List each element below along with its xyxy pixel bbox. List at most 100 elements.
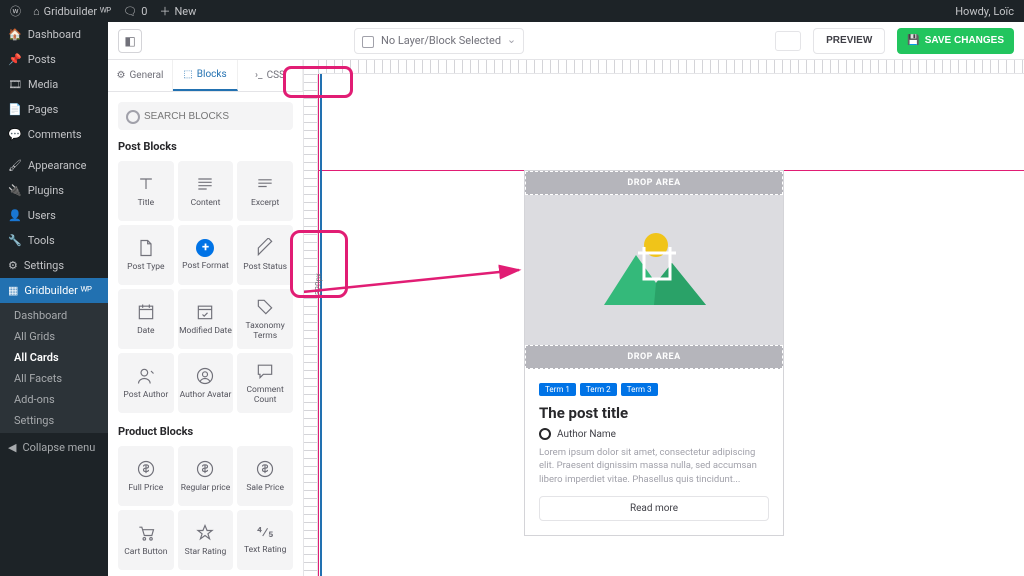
block-icon — [255, 238, 275, 258]
plus-icon: + — [196, 239, 214, 257]
author-avatar-icon — [539, 428, 551, 440]
placeholder-mountains-icon — [594, 225, 714, 315]
term-tag[interactable]: Term 1 — [539, 383, 576, 396]
post-author-row: Author Name — [539, 428, 769, 440]
block-label: Excerpt — [251, 199, 279, 208]
menu-pages[interactable]: 📄 Pages — [0, 97, 108, 122]
canvas[interactable]: 320px DROP AREA DROP AREA Term 1 Term 2 Te… — [304, 60, 1024, 576]
menu-posts[interactable]: 📌 Posts — [0, 47, 108, 72]
block-full-price[interactable]: Full Price — [118, 446, 174, 506]
block-label: Title — [138, 199, 155, 208]
block-icon — [195, 523, 215, 543]
block-label: Full Price — [128, 484, 163, 493]
block-label: Sale Price — [246, 484, 284, 493]
term-tag[interactable]: Term 3 — [621, 383, 658, 396]
block-modified-date[interactable]: Modified Date — [178, 289, 234, 349]
menu-plugins[interactable]: 🔌 Plugins — [0, 178, 108, 203]
block-excerpt[interactable]: Excerpt — [237, 161, 293, 221]
site-link[interactable]: ⌂ Gridbuilder ᵂᴾ — [33, 5, 111, 18]
collapse-menu[interactable]: ◀ Collapse menu — [0, 433, 108, 462]
toggle-panel-icon[interactable]: ◧ — [118, 29, 142, 53]
block-label: Comment Count — [237, 386, 293, 405]
post-title: The post title — [539, 404, 769, 422]
submenu-all-facets[interactable]: All Facets — [0, 368, 108, 389]
block-comment-count[interactable]: Comment Count — [237, 353, 293, 413]
block-icon — [255, 361, 275, 381]
block-label: Regular price — [181, 484, 231, 493]
block-author-avatar[interactable]: Author Avatar — [178, 353, 234, 413]
block-icon — [255, 459, 275, 479]
wp-admin-menu: 🏠 Dashboard 📌 Posts 🎞 Media 📄 Pages 💬 Co… — [0, 22, 108, 576]
submenu-settings[interactable]: Settings — [0, 410, 108, 431]
menu-settings[interactable]: ⚙ Settings — [0, 253, 108, 278]
block-cart-button[interactable]: Cart Button — [118, 510, 174, 570]
block-title[interactable]: Title — [118, 161, 174, 221]
background-swatch[interactable] — [775, 31, 801, 51]
block-icon — [195, 459, 215, 479]
layer-selector[interactable]: No Layer/Block Selected — [354, 28, 524, 54]
panel-tabs: ⚙General ⬚Blocks ›_CSS — [108, 60, 303, 92]
submenu-all-grids[interactable]: All Grids — [0, 326, 108, 347]
block-label: Author Avatar — [180, 391, 232, 400]
block-label: Post Status — [243, 263, 287, 272]
menu-comments[interactable]: 💬 Comments — [0, 122, 108, 147]
tab-blocks[interactable]: ⬚Blocks — [173, 60, 238, 91]
menu-users[interactable]: 👤 Users — [0, 203, 108, 228]
save-icon: 💾 — [907, 35, 919, 46]
menu-appearance[interactable]: 🖌 Appearance — [0, 153, 108, 178]
block-post-author[interactable]: Post Author — [118, 353, 174, 413]
comments-link[interactable]: 🗨 0 — [123, 5, 147, 18]
block-post-type[interactable]: Post Type — [118, 225, 174, 285]
section-product-blocks: Product Blocks — [118, 425, 293, 438]
app-topbar: ◧ No Layer/Block Selected PREVIEW 💾SAVE … — [108, 22, 1024, 60]
block-icon — [136, 459, 156, 479]
block-label: Cart Button — [124, 548, 167, 557]
read-more-button[interactable]: Read more — [539, 496, 769, 521]
block-taxonomy-terms[interactable]: Taxonomy Terms — [237, 289, 293, 349]
search-blocks-input[interactable] — [118, 102, 293, 130]
preview-button[interactable]: PREVIEW — [813, 28, 885, 54]
drop-area-mid[interactable]: DROP AREA — [525, 345, 783, 369]
block-icon — [195, 174, 215, 194]
block-text-rating[interactable]: 4⁄5Text Rating — [237, 510, 293, 570]
featured-image-placeholder[interactable] — [525, 195, 783, 345]
drop-area-top[interactable]: DROP AREA — [525, 171, 783, 195]
ruler-horizontal — [318, 60, 1024, 74]
submenu-addons[interactable]: Add-ons — [0, 389, 108, 410]
new-link[interactable]: ＋ New — [159, 3, 196, 19]
block-regular-price[interactable]: Regular price — [178, 446, 234, 506]
post-excerpt: Lorem ipsum dolor sit amet, consectetur … — [539, 446, 769, 486]
ruler-label: 320px — [314, 273, 323, 295]
guide-blue — [320, 74, 322, 576]
block-sale-price[interactable]: Sale Price — [237, 446, 293, 506]
menu-media[interactable]: 🎞 Media — [0, 72, 108, 97]
wp-logo-icon[interactable]: ⓦ — [10, 3, 21, 19]
block-content[interactable]: Content — [178, 161, 234, 221]
block-post-status[interactable]: Post Status — [237, 225, 293, 285]
block-post-format[interactable]: +Post Format — [178, 225, 234, 285]
block-icon — [136, 302, 156, 322]
submenu-dashboard[interactable]: Dashboard — [0, 305, 108, 326]
annotation-arrow — [304, 260, 539, 310]
block-date[interactable]: Date — [118, 289, 174, 349]
guide-vertical — [318, 74, 319, 576]
submenu-all-cards[interactable]: All Cards — [0, 347, 108, 368]
menu-tools[interactable]: 🔧 Tools — [0, 228, 108, 253]
block-icon — [136, 174, 156, 194]
block-icon — [195, 302, 215, 322]
tab-css[interactable]: ›_CSS — [238, 60, 303, 91]
block-icon — [136, 523, 156, 543]
tab-general[interactable]: ⚙General — [108, 60, 173, 91]
term-tag[interactable]: Term 2 — [580, 383, 617, 396]
blocks-panel: ⚙General ⬚Blocks ›_CSS Post Blocks Title… — [108, 60, 304, 576]
save-button[interactable]: 💾SAVE CHANGES — [897, 28, 1014, 54]
card-preview[interactable]: DROP AREA DROP AREA Term 1 Term 2 Term 3 T… — [524, 170, 784, 536]
block-label: Star Rating — [185, 548, 227, 557]
block-label: Modified Date — [179, 327, 232, 336]
section-post-blocks: Post Blocks — [118, 140, 293, 153]
block-star-rating[interactable]: Star Rating — [178, 510, 234, 570]
block-label: Date — [137, 327, 155, 336]
howdy-link[interactable]: Howdy, Loïc — [955, 5, 1014, 18]
menu-gridbuilder[interactable]: ▦ Gridbuilder ᵂᴾ — [0, 278, 108, 303]
menu-dashboard[interactable]: 🏠 Dashboard — [0, 22, 108, 47]
